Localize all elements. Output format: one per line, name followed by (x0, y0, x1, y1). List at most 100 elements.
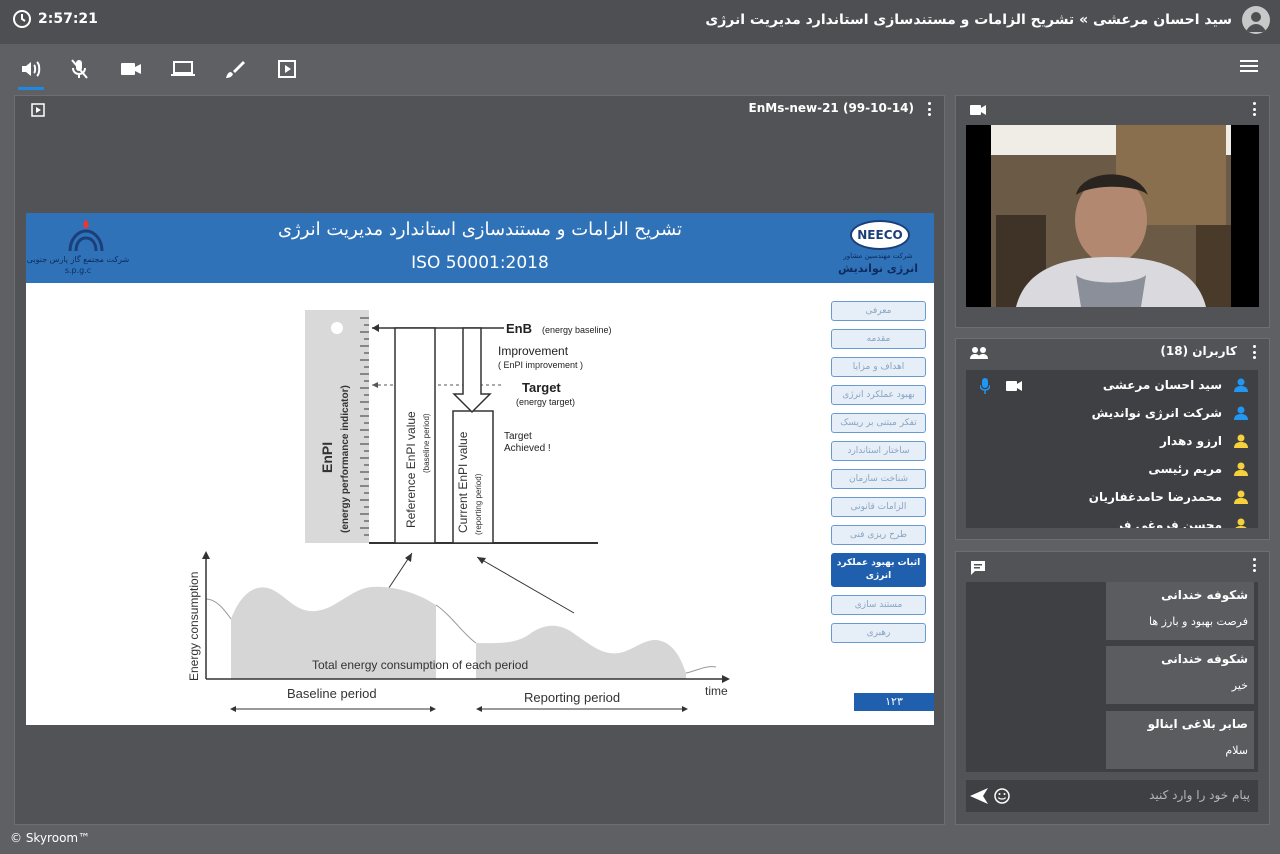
user-name: سید احسان مرعشی (1102, 378, 1222, 392)
chat-input[interactable]: پیام خود را وارد کنید (966, 780, 1258, 812)
user-mic-icon[interactable] (980, 378, 990, 394)
toolbar (0, 44, 1280, 94)
neeco-logo: NEECO (850, 220, 910, 250)
reference-sublabel: (baseline period) (422, 413, 431, 473)
slide-menu-item[interactable]: ساختار استاندارد (831, 441, 926, 461)
enpi-diagram: EnPI (energy performance indicator) Refe… (187, 310, 730, 712)
slide-subtitle: ISO 50001:2018 (411, 253, 549, 273)
enb-sublabel: (energy baseline) (542, 325, 612, 335)
send-icon[interactable] (970, 788, 988, 804)
enpi-ruler (305, 310, 369, 543)
target-sublabel: (energy target) (516, 397, 575, 407)
target-achieved-label-1: Target (504, 431, 532, 442)
user-name: ارزو دهدار (1160, 434, 1222, 448)
mic-button[interactable] (66, 56, 92, 82)
presentation-options-button[interactable] (924, 102, 934, 116)
user-camera-icon[interactable] (1006, 380, 1022, 392)
user-name: مریم رئیسی (1148, 462, 1222, 476)
camera-icon (121, 63, 141, 75)
user-row[interactable]: محمدرضا حامدغفاریان (966, 484, 1258, 512)
message-text: خیر (1231, 679, 1248, 692)
speaker-icon (22, 61, 41, 77)
target-label: Target (522, 380, 561, 395)
message-sender: شکوفه خندانی (1161, 652, 1248, 666)
target-achieved-label-2: Achieved ! (504, 443, 551, 454)
energy-axis-label: Energy consumption (187, 572, 201, 681)
reference-label: Reference EnPI value (404, 411, 418, 528)
user-icon (1234, 406, 1248, 420)
whiteboard-button[interactable] (222, 56, 248, 82)
slide-menu-item[interactable]: مستند سازی (831, 595, 926, 615)
slide-title: تشریح الزامات و مستندسازی استاندارد مدیر… (277, 219, 683, 240)
improvement-label: Improvement (498, 344, 569, 358)
mic-off-icon (71, 59, 88, 79)
slide-menu-item[interactable]: معرفی (831, 301, 926, 321)
user-row[interactable]: ارزو دهدار (966, 428, 1258, 456)
user-row[interactable]: شرکت انرژی نواندیش (966, 400, 1258, 428)
slide-menu-item[interactable]: طرح ریزی فنی (831, 525, 926, 545)
media-button[interactable] (274, 56, 300, 82)
avatar-icon (1246, 12, 1266, 32)
chat-messages: شکوفه خندانی فرصت بهبود و بارز ها شکوفه … (966, 582, 1258, 772)
user-icon (1234, 378, 1248, 392)
clock-icon (13, 10, 31, 28)
improvement-sublabel: ( EnPI improvement ) (498, 360, 583, 370)
session-timer: 2:57:21 (12, 9, 98, 29)
screen-share-button[interactable] (170, 56, 196, 82)
neeco-logo-sub: شرکت مهندسین مشاور (843, 252, 913, 260)
laptop-icon (171, 61, 195, 76)
user-name: محسن فروغی فر (1116, 518, 1222, 528)
user-row[interactable]: سید احسان مرعشی (966, 372, 1258, 400)
message-sender: شکوفه خندانی (1161, 588, 1248, 602)
chat-message: صابر بلاغی اینالو سلام (1106, 711, 1254, 769)
enpi-sublabel: (energy performance indicator) (340, 385, 351, 533)
top-bar: 2:57:21 سید احسان مرعشی » تشریح الزامات … (0, 0, 1280, 44)
improvement-arrow (452, 327, 492, 414)
current-label: Current EnPI value (456, 431, 470, 533)
neeco-logo-name: انرژی نواندیش (838, 262, 918, 275)
slide-menu-item[interactable]: شناخت سازمان (831, 469, 926, 489)
slide-page-number: ۱۲۳ (854, 693, 934, 711)
slide-menu-item[interactable]: مقدمه (831, 329, 926, 349)
users-header: کاربران (18) (1160, 344, 1237, 358)
session-title: سید احسان مرعشی » تشریح الزامات و مستندس… (705, 12, 1232, 28)
user-name: شرکت انرژی نواندیش (1091, 406, 1222, 420)
user-row[interactable]: مریم رئیسی (966, 456, 1258, 484)
baseline-period-label: Baseline period (287, 686, 377, 701)
time-axis-label: time (705, 684, 728, 698)
message-text: فرصت بهبود و بارز ها (1149, 615, 1248, 628)
total-consumption-label: Total energy consumption of each period (312, 658, 528, 672)
camera-button[interactable] (118, 56, 144, 82)
speaker-button[interactable] (18, 56, 44, 90)
video-options-button[interactable] (1249, 102, 1259, 116)
slide-menu-item[interactable]: الزامات قانونی (831, 497, 926, 517)
people-icon (970, 347, 988, 359)
message-text: سلام (1225, 744, 1248, 757)
slide-menu-item[interactable]: بهبود عملکرد انرژی (831, 385, 926, 405)
brand-footer: © Skyroom™ (10, 831, 91, 845)
slide: شرکت مجتمع گاز پارس جنوبی s.p.g.c تشریح … (26, 213, 934, 725)
current-sublabel: (reporting period) (474, 473, 483, 535)
webcam-video (966, 125, 1259, 307)
user-icon (1234, 462, 1248, 476)
user-list: سید احسان مرعشی شرکت انرژی نواندیش ارزو … (966, 370, 1258, 528)
webcam-feed (991, 125, 1231, 307)
users-options-button[interactable] (1249, 345, 1259, 359)
chat-input-placeholder: پیام خود را وارد کنید (1149, 788, 1250, 802)
enb-label: EnB (506, 321, 532, 336)
emoji-icon[interactable] (994, 788, 1010, 804)
main-menu-button[interactable] (1240, 58, 1260, 78)
slide-menu-item-active[interactable]: اثبات بهبود عملکرد انرژی (831, 553, 926, 587)
user-row[interactable]: محسن فروغی فر (966, 512, 1258, 528)
user-avatar[interactable] (1242, 6, 1270, 34)
chat-options-button[interactable] (1249, 558, 1259, 572)
slide-menu-item[interactable]: رهبری (831, 623, 926, 643)
user-icon (1234, 434, 1248, 448)
message-sender: صابر بلاغی اینالو (1147, 717, 1248, 731)
slide-menu-item[interactable]: تفکر مبتنی بر ریسک (831, 413, 926, 433)
video-camera-icon (970, 105, 986, 115)
timer-value: 2:57:21 (38, 11, 98, 27)
reporting-period-label: Reporting period (524, 690, 620, 705)
user-name: محمدرضا حامدغفاریان (1088, 490, 1222, 504)
slide-menu-item[interactable]: اهداف و مزایا (831, 357, 926, 377)
